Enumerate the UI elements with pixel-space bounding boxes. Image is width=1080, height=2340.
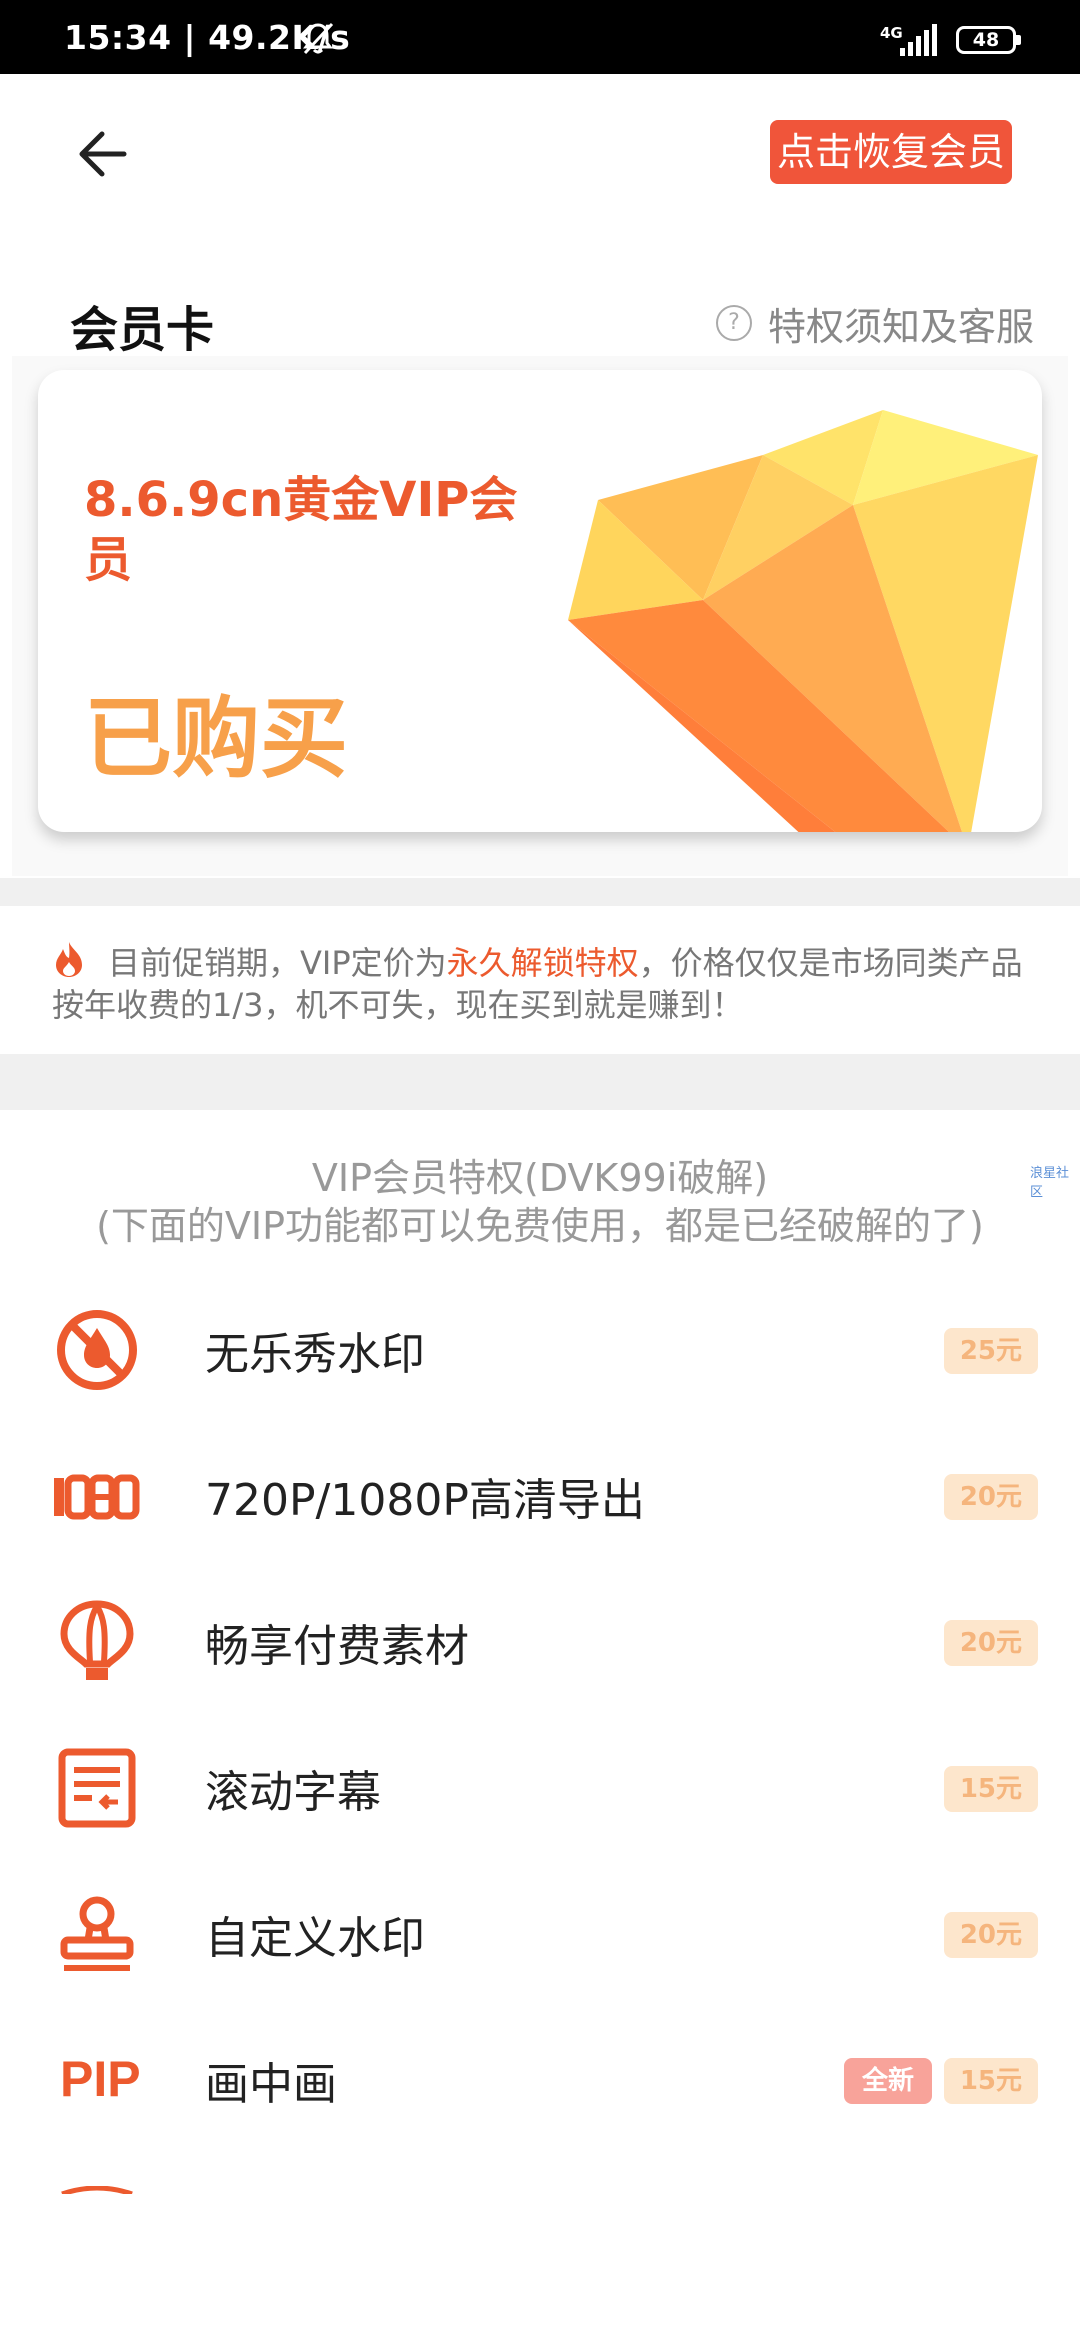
partial-item-icon: [61, 2186, 133, 2194]
battery-icon: 48: [956, 26, 1021, 54]
privilege-item[interactable]: 720P/1080P高清导出 20元: [0, 1436, 1080, 1546]
back-arrow-icon[interactable]: [74, 126, 130, 182]
price-badge: 20元: [943, 1912, 1038, 1958]
privilege-help-link[interactable]: ? 特权须知及客服: [716, 298, 1035, 349]
hot-air-balloon-icon: [60, 1600, 134, 1680]
section-title-membership-card: 会员卡: [70, 302, 215, 358]
price-badge: 20元: [943, 1620, 1038, 1666]
stamp-icon: [60, 1896, 134, 1971]
privileges-title-line2: (下面的VIP功能都可以免费使用，都是已经破解的了): [96, 1204, 984, 1248]
diamond-icon: [568, 410, 1038, 832]
privilege-item[interactable]: 自定义水印 20元: [0, 1874, 1080, 1984]
vip-card-name: 8.6.9cn黄金VIP会员: [84, 472, 518, 588]
signal-icon: [900, 24, 937, 56]
question-icon: ?: [716, 305, 752, 341]
vip-card-status: 已购买: [84, 687, 349, 790]
privilege-item[interactable]: 畅享付费素材 20元: [0, 1582, 1080, 1692]
help-link-label: 特权须知及客服: [768, 304, 1035, 349]
price-badge: 15元: [943, 2058, 1038, 2104]
privilege-name: 720P/1080P高清导出: [205, 1475, 645, 1526]
divider: [0, 1054, 1080, 1110]
privilege-name: 画中画: [205, 2059, 337, 2110]
privilege-name: 畅享付费素材: [205, 1621, 469, 1672]
no-watermark-icon: [57, 1310, 137, 1390]
divider: [0, 878, 1080, 906]
price-badge: 20元: [943, 1474, 1038, 1520]
privilege-name: 滚动字幕: [205, 1767, 381, 1818]
new-badge: 全新: [843, 2058, 932, 2104]
privilege-item[interactable]: 滚动字幕 15元: [0, 1728, 1080, 1838]
promo-text-before: 目前促销期，VIP定价为: [108, 944, 447, 982]
privilege-item[interactable]: PIP 画中画 全新 15元: [0, 2020, 1080, 2130]
watermark-text: 浪星社区: [1030, 1166, 1070, 1200]
privileges-title-line1: VIP会员特权(DVK99i破解): [311, 1156, 769, 1200]
privileges-title: VIP会员特权(DVK99i破解) (下面的VIP功能都可以免费使用，都是已经破…: [0, 1154, 1080, 1250]
promo-notice: 目前促销期，VIP定价为永久解锁特权，价格仅仅是市场同类产品按年收费的1/3，机…: [52, 940, 1032, 1026]
privilege-name: 自定义水印: [205, 1913, 425, 1964]
restore-membership-button[interactable]: 点击恢复会员: [770, 120, 1012, 184]
status-bar: 15:34 | 49.2K/s 4G 48: [0, 0, 1080, 74]
privilege-name: 无乐秀水印: [205, 1329, 425, 1380]
scrolling-subtitle-icon: [58, 1748, 136, 1828]
price-badge: 15元: [943, 1766, 1038, 1812]
privilege-item[interactable]: 无乐秀水印 25元: [0, 1290, 1080, 1400]
promo-highlight: 永久解锁特权: [446, 944, 639, 982]
bell-off-icon: [303, 22, 334, 55]
fire-icon: [56, 942, 82, 977]
hd-1080-icon: [54, 1474, 140, 1520]
price-badge: 25元: [943, 1328, 1038, 1374]
vip-card[interactable]: 8.6.9cn黄金VIP会员 已购买: [38, 370, 1042, 832]
pip-icon: PIP: [60, 2051, 141, 2107]
